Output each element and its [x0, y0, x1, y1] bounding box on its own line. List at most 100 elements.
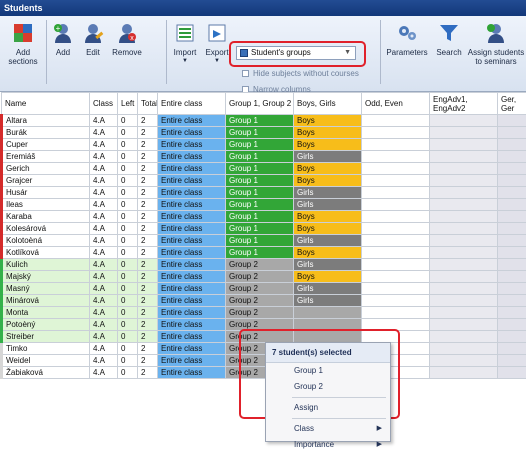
entire-class-cell[interactable]: Entire class [158, 259, 226, 271]
sex-cell[interactable]: Boys [294, 247, 362, 259]
sex-cell[interactable]: Boys [294, 175, 362, 187]
entire-class-cell[interactable]: Entire class [158, 199, 226, 211]
ger-cell[interactable] [498, 175, 526, 187]
odd-even-cell[interactable] [362, 223, 430, 235]
column-header[interactable]: Ger, Ger [498, 93, 526, 115]
class-cell[interactable]: 4.A [90, 211, 118, 223]
eng-adv-cell[interactable] [430, 331, 498, 343]
menu-item-class[interactable]: Class▶ [266, 421, 390, 437]
total-cell[interactable]: 2 [138, 235, 158, 247]
student-name-cell[interactable]: Monta [2, 307, 90, 319]
ger-cell[interactable] [498, 331, 526, 343]
table-row[interactable]: Karaba4.A02Entire classGroup 1Boys [2, 211, 526, 223]
eng-adv-cell[interactable] [430, 151, 498, 163]
assign-seminars-button[interactable]: Assign students to seminars [466, 22, 526, 66]
search-button[interactable]: Search [434, 22, 464, 57]
ger-cell[interactable] [498, 367, 526, 379]
left-cell[interactable]: 0 [118, 235, 138, 247]
ger-cell[interactable] [498, 295, 526, 307]
ger-cell[interactable] [498, 259, 526, 271]
sex-cell[interactable]: Girls [294, 283, 362, 295]
entire-class-cell[interactable]: Entire class [158, 295, 226, 307]
ger-cell[interactable] [498, 355, 526, 367]
total-cell[interactable]: 2 [138, 247, 158, 259]
eng-adv-cell[interactable] [430, 367, 498, 379]
student-name-cell[interactable]: Altara [2, 115, 90, 127]
class-cell[interactable]: 4.A [90, 187, 118, 199]
import-button[interactable]: Import ▼ [170, 22, 200, 66]
ger-cell[interactable] [498, 247, 526, 259]
menu-item-group-2[interactable]: Group 2 [266, 379, 390, 395]
eng-adv-cell[interactable] [430, 211, 498, 223]
student-name-cell[interactable]: Cuper [2, 139, 90, 151]
eng-adv-cell[interactable] [430, 283, 498, 295]
class-cell[interactable]: 4.A [90, 127, 118, 139]
entire-class-cell[interactable]: Entire class [158, 331, 226, 343]
odd-even-cell[interactable] [362, 211, 430, 223]
group-cell[interactable]: Group 2 [226, 283, 294, 295]
ger-cell[interactable] [498, 307, 526, 319]
total-cell[interactable]: 2 [138, 343, 158, 355]
eng-adv-cell[interactable] [430, 247, 498, 259]
class-cell[interactable]: 4.A [90, 163, 118, 175]
group-cell[interactable]: Group 1 [226, 199, 294, 211]
table-row[interactable]: Minárová4.A02Entire classGroup 2Girls [2, 295, 526, 307]
student-name-cell[interactable]: Timko [2, 343, 90, 355]
entire-class-cell[interactable]: Entire class [158, 163, 226, 175]
entire-class-cell[interactable]: Entire class [158, 139, 226, 151]
ger-cell[interactable] [498, 187, 526, 199]
entire-class-cell[interactable]: Entire class [158, 211, 226, 223]
group-cell[interactable]: Group 1 [226, 151, 294, 163]
table-row[interactable]: Masný4.A02Entire classGroup 2Girls [2, 283, 526, 295]
entire-class-cell[interactable]: Entire class [158, 235, 226, 247]
sex-cell[interactable]: Boys [294, 211, 362, 223]
eng-adv-cell[interactable] [430, 319, 498, 331]
sex-cell[interactable]: Girls [294, 187, 362, 199]
odd-even-cell[interactable] [362, 307, 430, 319]
class-cell[interactable]: 4.A [90, 367, 118, 379]
eng-adv-cell[interactable] [430, 271, 498, 283]
total-cell[interactable]: 2 [138, 223, 158, 235]
group-cell[interactable]: Group 1 [226, 223, 294, 235]
class-cell[interactable]: 4.A [90, 151, 118, 163]
left-cell[interactable]: 0 [118, 115, 138, 127]
left-cell[interactable]: 0 [118, 259, 138, 271]
column-header[interactable]: Total [138, 93, 158, 115]
left-cell[interactable]: 0 [118, 355, 138, 367]
ger-cell[interactable] [498, 139, 526, 151]
entire-class-cell[interactable]: Entire class [158, 223, 226, 235]
sex-cell[interactable]: Girls [294, 235, 362, 247]
table-row[interactable]: Kolotoèná4.A02Entire classGroup 1Girls [2, 235, 526, 247]
total-cell[interactable]: 2 [138, 355, 158, 367]
left-cell[interactable]: 0 [118, 223, 138, 235]
ger-cell[interactable] [498, 343, 526, 355]
entire-class-cell[interactable]: Entire class [158, 307, 226, 319]
left-cell[interactable]: 0 [118, 271, 138, 283]
left-cell[interactable]: 0 [118, 175, 138, 187]
ger-cell[interactable] [498, 283, 526, 295]
student-name-cell[interactable]: Žabiaková [2, 367, 90, 379]
sex-cell[interactable]: Boys [294, 115, 362, 127]
add-sections-button[interactable]: Add sections [4, 22, 42, 66]
hide-subjects-checkbox[interactable]: Hide subjects without courses [242, 69, 359, 78]
table-row[interactable]: Husár4.A02Entire classGroup 1Girls [2, 187, 526, 199]
class-cell[interactable]: 4.A [90, 343, 118, 355]
group-cell[interactable]: Group 2 [226, 307, 294, 319]
eng-adv-cell[interactable] [430, 343, 498, 355]
entire-class-cell[interactable]: Entire class [158, 343, 226, 355]
eng-adv-cell[interactable] [430, 163, 498, 175]
left-cell[interactable]: 0 [118, 187, 138, 199]
entire-class-cell[interactable]: Entire class [158, 283, 226, 295]
total-cell[interactable]: 2 [138, 199, 158, 211]
ger-cell[interactable] [498, 163, 526, 175]
odd-even-cell[interactable] [362, 115, 430, 127]
eng-adv-cell[interactable] [430, 175, 498, 187]
student-name-cell[interactable]: Minárová [2, 295, 90, 307]
eng-adv-cell[interactable] [430, 295, 498, 307]
eng-adv-cell[interactable] [430, 187, 498, 199]
column-header[interactable]: Class [90, 93, 118, 115]
column-header[interactable]: Left [118, 93, 138, 115]
odd-even-cell[interactable] [362, 163, 430, 175]
odd-even-cell[interactable] [362, 235, 430, 247]
group-cell[interactable]: Group 1 [226, 163, 294, 175]
